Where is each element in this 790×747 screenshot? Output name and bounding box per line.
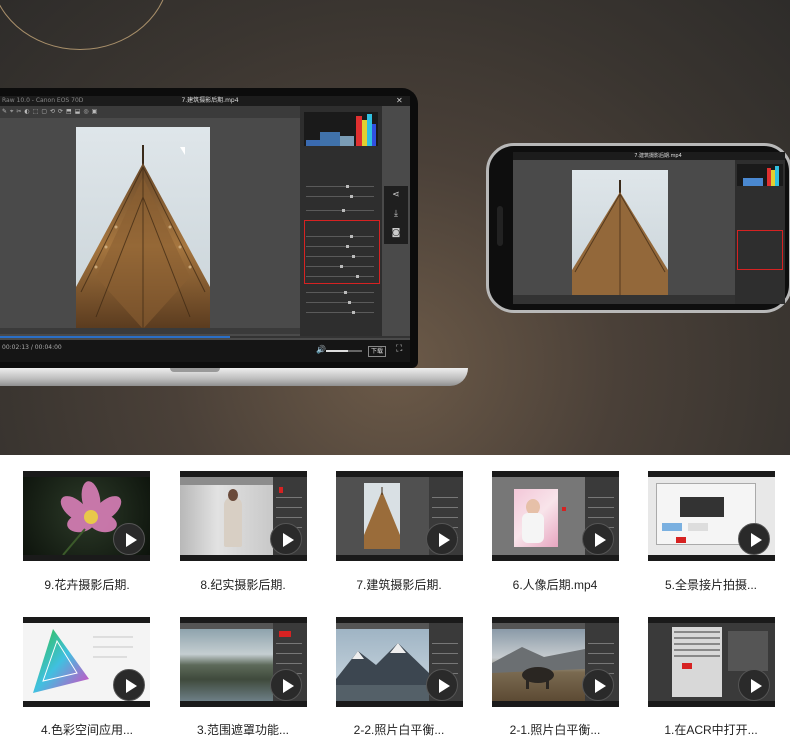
play-icon[interactable] bbox=[270, 523, 302, 555]
video-thumbnail[interactable] bbox=[23, 471, 150, 561]
video-thumbnail[interactable] bbox=[336, 471, 463, 561]
video-thumbnail[interactable] bbox=[492, 617, 619, 707]
thumbnail-caption[interactable]: 6.人像后期.mp4 bbox=[485, 576, 625, 593]
thumbnail-caption[interactable]: 7.建筑摄影后期. bbox=[329, 576, 469, 593]
thumbnail-caption[interactable]: 2-2.照片白平衡... bbox=[329, 721, 469, 738]
play-icon[interactable] bbox=[582, 523, 614, 555]
play-icon[interactable] bbox=[738, 523, 770, 555]
thumbnail-caption[interactable]: 1.在ACR中打开... bbox=[641, 721, 781, 738]
video-thumbnail[interactable] bbox=[336, 617, 463, 707]
volume-icon[interactable]: 🔊 bbox=[316, 345, 326, 354]
thumbnail-caption[interactable]: 2-1.照片白平衡... bbox=[485, 721, 625, 738]
phone-screen: 7.建筑摄影后期.mp4 bbox=[513, 152, 785, 304]
fullscreen-icon[interactable]: ⛶ bbox=[396, 344, 402, 354]
filmstrip-bar bbox=[0, 328, 300, 334]
phone-filmstrip bbox=[513, 295, 735, 304]
play-icon[interactable] bbox=[426, 669, 458, 701]
hero-banner: Raw 10.0 - Canon EOS 70D 7.建筑摄影后期.mp4 ✕ … bbox=[0, 0, 790, 455]
video-thumbnail[interactable] bbox=[648, 617, 775, 707]
laptop-mockup: Raw 10.0 - Canon EOS 70D 7.建筑摄影后期.mp4 ✕ … bbox=[0, 88, 418, 368]
play-icon[interactable] bbox=[426, 523, 458, 555]
thumbnail-caption[interactable]: 9.花卉摄影后期. bbox=[17, 576, 157, 593]
laptop-window-title: 7.建筑摄影后期.mp4 bbox=[181, 97, 239, 104]
laptop-title-bar: Raw 10.0 - Canon EOS 70D 7.建筑摄影后期.mp4 bbox=[0, 96, 410, 106]
acr-adjust-panel bbox=[300, 106, 382, 336]
video-progress-bar[interactable] bbox=[0, 336, 410, 338]
video-time: 00:02:13 / 00:04:00 bbox=[2, 344, 62, 351]
acr-toolbar: ✎⌖✂◐⬚▢⟲⟳⬒⬓◎▣ bbox=[0, 106, 300, 118]
phone-window-title: 7.建筑摄影后期.mp4 bbox=[634, 153, 682, 159]
download-button[interactable]: 下载 bbox=[368, 346, 387, 357]
laptop-left-title: Raw 10.0 - Canon EOS 70D bbox=[2, 97, 84, 104]
phone-highlight-box bbox=[737, 230, 783, 270]
highlight-box bbox=[304, 220, 380, 284]
share-icon[interactable]: ⋖ bbox=[384, 186, 408, 205]
video-thumbnail[interactable] bbox=[23, 617, 150, 707]
volume-slider[interactable] bbox=[326, 350, 362, 352]
thumbnail-caption[interactable]: 4.色彩空间应用... bbox=[17, 721, 157, 738]
side-toolbar: ⋖ ⤓ ◙ bbox=[384, 186, 408, 244]
video-thumbnail[interactable] bbox=[180, 617, 307, 707]
video-thumbnail[interactable] bbox=[492, 471, 619, 561]
play-icon[interactable] bbox=[738, 669, 770, 701]
screenshot-icon[interactable]: ◙ bbox=[384, 224, 408, 243]
laptop-base bbox=[0, 368, 468, 386]
close-icon[interactable]: ✕ bbox=[396, 96, 403, 106]
thumbnail-caption[interactable]: 5.全景接片拍摄... bbox=[641, 576, 781, 593]
video-thumbnail[interactable] bbox=[180, 471, 307, 561]
phone-histogram bbox=[737, 164, 783, 186]
histogram bbox=[304, 112, 378, 146]
download-icon[interactable]: ⤓ bbox=[384, 205, 408, 224]
building-photo bbox=[76, 127, 210, 329]
phone-notch bbox=[497, 206, 503, 246]
video-controls: 00:02:13 / 00:04:00 🔊 下载 ⛶ bbox=[0, 340, 410, 362]
thumbnail-caption[interactable]: 3.范围遮罩功能... bbox=[173, 721, 313, 738]
play-icon[interactable] bbox=[113, 523, 145, 555]
decorative-arc bbox=[0, 0, 170, 50]
phone-mockup: 7.建筑摄影后期.mp4 bbox=[486, 143, 790, 313]
phone-adjust-panel bbox=[735, 160, 785, 304]
cursor-icon bbox=[180, 147, 185, 155]
laptop-screen: Raw 10.0 - Canon EOS 70D 7.建筑摄影后期.mp4 ✕ … bbox=[0, 96, 410, 362]
phone-title-bar: 7.建筑摄影后期.mp4 bbox=[513, 152, 785, 160]
thumbnail-caption[interactable]: 8.纪实摄影后期. bbox=[173, 576, 313, 593]
play-icon[interactable] bbox=[113, 669, 145, 701]
play-icon[interactable] bbox=[270, 669, 302, 701]
video-thumbnail[interactable] bbox=[648, 471, 775, 561]
phone-building-photo bbox=[572, 170, 668, 295]
play-icon[interactable] bbox=[582, 669, 614, 701]
